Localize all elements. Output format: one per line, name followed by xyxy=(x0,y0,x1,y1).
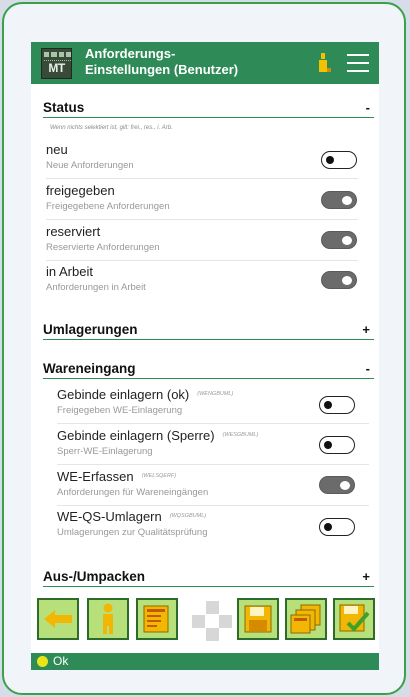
row-subtitle: Sperr-WE-Einlagerung xyxy=(57,446,153,457)
toggle-reserviert[interactable] xyxy=(321,231,357,249)
row-subtitle: Freigegebene Anforderungen xyxy=(46,201,170,212)
toggle-neu[interactable] xyxy=(321,151,357,169)
toggle-knob xyxy=(324,400,332,409)
save-icon xyxy=(244,605,272,633)
section-aus-umpacken-title: Aus-/Umpacken xyxy=(43,569,146,584)
row-title: freigegeben xyxy=(46,183,115,198)
row-subtitle: Anforderungen in Arbeit xyxy=(46,282,146,293)
multi-document-button[interactable] xyxy=(285,598,327,640)
row-code: (WENGBUML) xyxy=(197,391,234,397)
status-indicator-icon xyxy=(37,656,48,667)
row-divider xyxy=(46,178,358,179)
row-code: (WELSQERF) xyxy=(141,473,177,479)
page-title-line1: Anforderungs- xyxy=(85,46,176,61)
toggle-knob xyxy=(326,155,334,164)
app-header: MT Anforderungs- Einstellungen (Benutzer… xyxy=(31,42,379,84)
approve-save-icon xyxy=(339,604,370,632)
section-status-collapse-toggle[interactable]: - xyxy=(366,100,370,115)
back-button[interactable] xyxy=(37,598,79,640)
row-title-text: WE-QS-Umlagern xyxy=(57,509,162,524)
status-bar: Ok xyxy=(31,653,379,670)
status-text: Ok xyxy=(53,654,69,668)
bottle-icon[interactable] xyxy=(318,53,332,73)
row-title-text: Gebinde einlagern (Sperre) xyxy=(57,428,215,443)
section-umlagerungen-expand-toggle[interactable]: + xyxy=(362,322,370,337)
section-status-title: Status xyxy=(43,100,85,115)
row-code: (WESGBUML) xyxy=(222,432,259,438)
status-row-reserviert[interactable]: reserviert Reservierte Anforderungen xyxy=(46,224,358,264)
multi-document-icon xyxy=(290,604,321,634)
section-wareneingang[interactable]: Wareneingang - xyxy=(43,361,374,379)
row-divider xyxy=(46,219,358,220)
row-title: in Arbeit xyxy=(46,264,93,279)
user-button[interactable] xyxy=(87,598,129,640)
page-title: Anforderungs- Einstellungen (Benutzer) xyxy=(85,46,275,78)
toggle-freigegeben[interactable] xyxy=(321,191,357,209)
toggle-knob xyxy=(342,196,352,205)
toggle-knob xyxy=(340,481,350,490)
section-umlagerungen-title: Umlagerungen xyxy=(43,322,138,337)
row-divider xyxy=(57,505,369,506)
arrow-left-icon xyxy=(44,610,72,628)
list-document-icon xyxy=(143,605,169,633)
status-row-freigegeben[interactable]: freigegeben Freigegebene Anforderungen xyxy=(46,183,358,223)
row-title: WE-Erfassen (WELSQERF) xyxy=(57,469,176,484)
person-icon xyxy=(103,603,113,634)
status-row-in-arbeit[interactable]: in Arbeit Anforderungen in Arbeit xyxy=(46,264,358,304)
toggle-gebinde-sperre[interactable] xyxy=(319,436,355,454)
row-title: reserviert xyxy=(46,224,101,239)
row-subtitle: Neue Anforderungen xyxy=(46,160,134,171)
row-subtitle: Anforderungen für Wareneingängen xyxy=(57,487,209,498)
row-subtitle: Freigegeben WE-Einlagerung xyxy=(57,405,183,416)
row-subtitle: Reservierte Anforderungen xyxy=(46,242,160,253)
document-list-button[interactable] xyxy=(136,598,178,640)
section-wareneingang-collapse-toggle[interactable]: - xyxy=(366,361,370,376)
row-title: Gebinde einlagern (ok) (WENGBUML) xyxy=(57,387,233,402)
row-divider xyxy=(46,260,358,261)
toggle-in-arbeit[interactable] xyxy=(321,271,357,289)
nav-cross-icon[interactable] xyxy=(192,601,232,641)
toggle-knob xyxy=(342,276,352,285)
row-subtitle: Umlagerungen zur Qualitätsprüfung xyxy=(57,527,208,538)
bottom-toolbar xyxy=(31,591,379,653)
section-aus-umpacken[interactable]: Aus-/Umpacken + xyxy=(43,569,374,587)
row-title: neu xyxy=(46,142,68,157)
section-status[interactable]: Status - xyxy=(43,100,374,118)
toggle-we-qs-umlagern[interactable] xyxy=(319,518,355,536)
row-title: Gebinde einlagern (Sperre) (WESGBUML) xyxy=(57,428,258,443)
row-code: (WQSGBUML) xyxy=(169,513,207,519)
status-row-neu[interactable]: neu Neue Anforderungen xyxy=(46,142,358,182)
section-wareneingang-title: Wareneingang xyxy=(43,361,136,376)
status-hint: Wenn nichts selektiert ist, gilt: frei.,… xyxy=(50,125,173,131)
toggle-knob xyxy=(324,522,332,531)
app-logo[interactable]: MT xyxy=(41,48,72,79)
toggle-knob xyxy=(324,440,332,449)
row-title-text: WE-Erfassen xyxy=(57,469,134,484)
page-title-line2: Einstellungen (Benutzer) xyxy=(85,62,239,77)
row-divider xyxy=(57,464,369,465)
logo-text: MT xyxy=(48,61,65,75)
settings-content[interactable]: Status - Wenn nichts selektiert ist, gil… xyxy=(31,84,379,591)
save-approve-button[interactable] xyxy=(333,598,375,640)
row-title: WE-QS-Umlagern (WQSGBUML) xyxy=(57,509,206,524)
section-aus-umpacken-expand-toggle[interactable]: + xyxy=(362,569,370,584)
save-button[interactable] xyxy=(237,598,279,640)
app-window: MT Anforderungs- Einstellungen (Benutzer… xyxy=(31,42,379,670)
logo-pattern xyxy=(44,52,71,61)
toggle-we-erfassen[interactable] xyxy=(319,476,355,494)
row-divider xyxy=(57,423,369,424)
hamburger-menu-icon[interactable] xyxy=(347,54,369,72)
toggle-gebinde-ok[interactable] xyxy=(319,396,355,414)
toggle-knob xyxy=(342,236,352,245)
row-title-text: Gebinde einlagern (ok) xyxy=(57,387,190,402)
section-umlagerungen[interactable]: Umlagerungen + xyxy=(43,322,374,340)
